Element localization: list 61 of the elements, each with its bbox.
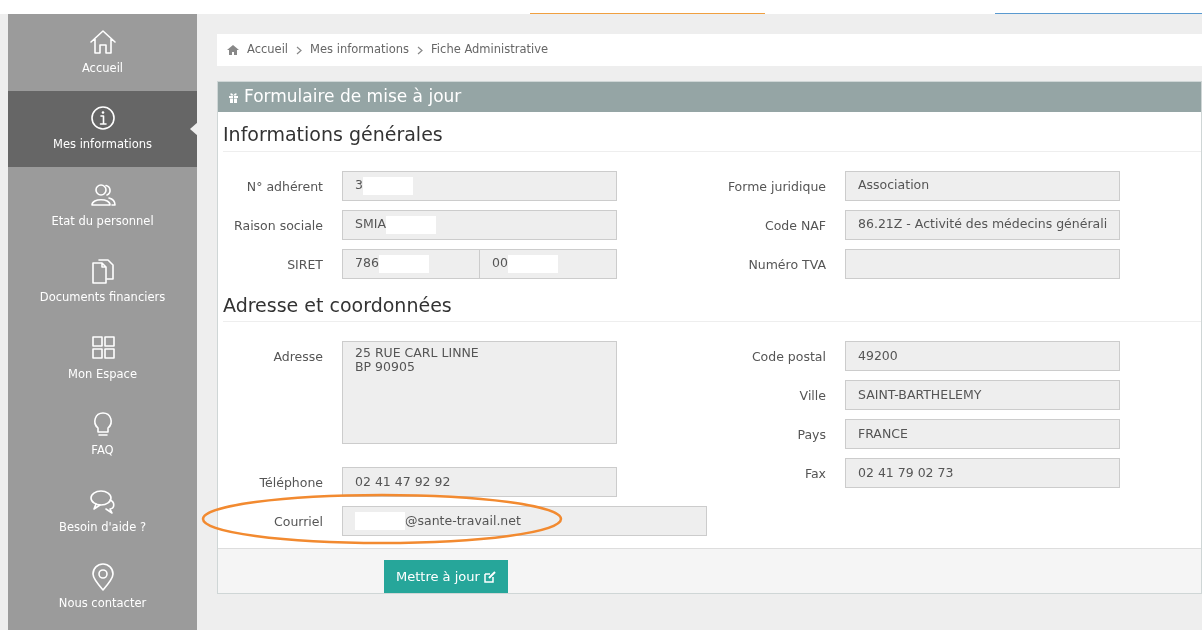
gift-icon xyxy=(228,91,239,103)
sidebar-label: Mes informations xyxy=(53,136,152,154)
active-pointer xyxy=(190,121,198,136)
field-label: Téléphone xyxy=(258,474,323,492)
panel-title: Formulaire de mise à jour xyxy=(244,85,462,109)
field-label: Raison sociale xyxy=(233,216,323,235)
sidebar-label: Besoin d'aide ? xyxy=(59,518,146,536)
home-icon xyxy=(227,45,239,55)
breadcrumb-link[interactable]: Mes informations xyxy=(310,41,410,59)
breadcrumb-current: Fiche Administrative xyxy=(431,41,549,59)
field-label: Courriel xyxy=(273,513,323,531)
input-field[interactable]: 86.21Z - Activité des médecins générali xyxy=(845,209,1120,240)
input-field[interactable]: SAINT-BARTHELEMY xyxy=(845,380,1120,410)
field-label: Numéro TVA xyxy=(747,255,826,274)
field-label: Forme juridique xyxy=(726,177,826,196)
chevron-icon xyxy=(417,45,424,55)
field-value: 86.21Z - Activité des médecins générali xyxy=(858,215,1108,234)
input-field[interactable]: SMIA xyxy=(342,209,617,240)
address-line: BP 90905 xyxy=(355,360,416,374)
address-line: 25 RUE CARL LINNE xyxy=(355,346,480,360)
field-label: Code postal xyxy=(750,348,826,366)
address-textarea[interactable]: 25 RUE CARL LINNE BP 90905 xyxy=(342,341,617,444)
section-title: Adresse et coordonnées xyxy=(223,290,1201,322)
input-field[interactable]: 02 41 79 02 73 xyxy=(845,458,1120,488)
field-value: @sante-travail.net xyxy=(405,511,521,530)
field-label: SIRET xyxy=(286,255,323,274)
section-title: Informations générales xyxy=(223,120,1201,152)
input-field[interactable]: FRANCE xyxy=(845,419,1120,449)
field-value: SAINT-BARTHELEMY xyxy=(858,385,982,404)
sidebar-label: FAQ xyxy=(91,442,114,460)
sidebar-item[interactable]: Mes informations xyxy=(8,90,197,167)
field-value: 02 41 47 92 92 xyxy=(355,472,451,491)
input-field[interactable]: 3 xyxy=(342,170,617,201)
edit-icon xyxy=(483,570,496,583)
breadcrumb-link[interactable]: Accueil xyxy=(247,41,289,59)
field-label: Fax xyxy=(803,465,826,483)
input-field[interactable]: 02 41 47 92 92 xyxy=(342,467,617,497)
sidebar-label: Accueil xyxy=(81,59,124,77)
field-value: 02 41 79 02 73 xyxy=(858,463,954,482)
input-field[interactable]: 49200 xyxy=(845,341,1120,371)
sidebar-label: Nous contacter xyxy=(58,595,147,613)
input-field[interactable]: 786 00 xyxy=(342,248,617,279)
input-field[interactable]: Association xyxy=(845,170,1120,201)
field-value: Association xyxy=(858,176,930,195)
input-field[interactable]: @sante-travail.net xyxy=(342,506,707,536)
sidebar-label: Etat du personnel xyxy=(51,212,154,230)
input-field[interactable] xyxy=(845,248,1120,279)
field-value: SMIA xyxy=(355,215,386,234)
field-value: 786 xyxy=(355,254,379,273)
sidebar-label: Documents financiers xyxy=(39,289,166,307)
field-value: 00 xyxy=(492,254,508,273)
field-label: Pays xyxy=(796,426,826,444)
field-label: Adresse xyxy=(272,348,323,366)
field-label: N° adhérent xyxy=(245,177,323,196)
field-value: 3 xyxy=(355,176,363,195)
field-label: Ville xyxy=(798,387,826,405)
sidebar-label: Mon Espace xyxy=(68,365,137,383)
chevron-icon xyxy=(296,45,303,55)
field-value: FRANCE xyxy=(858,424,908,443)
field-value: 49200 xyxy=(858,346,898,365)
field-label: Code NAF xyxy=(763,216,826,235)
